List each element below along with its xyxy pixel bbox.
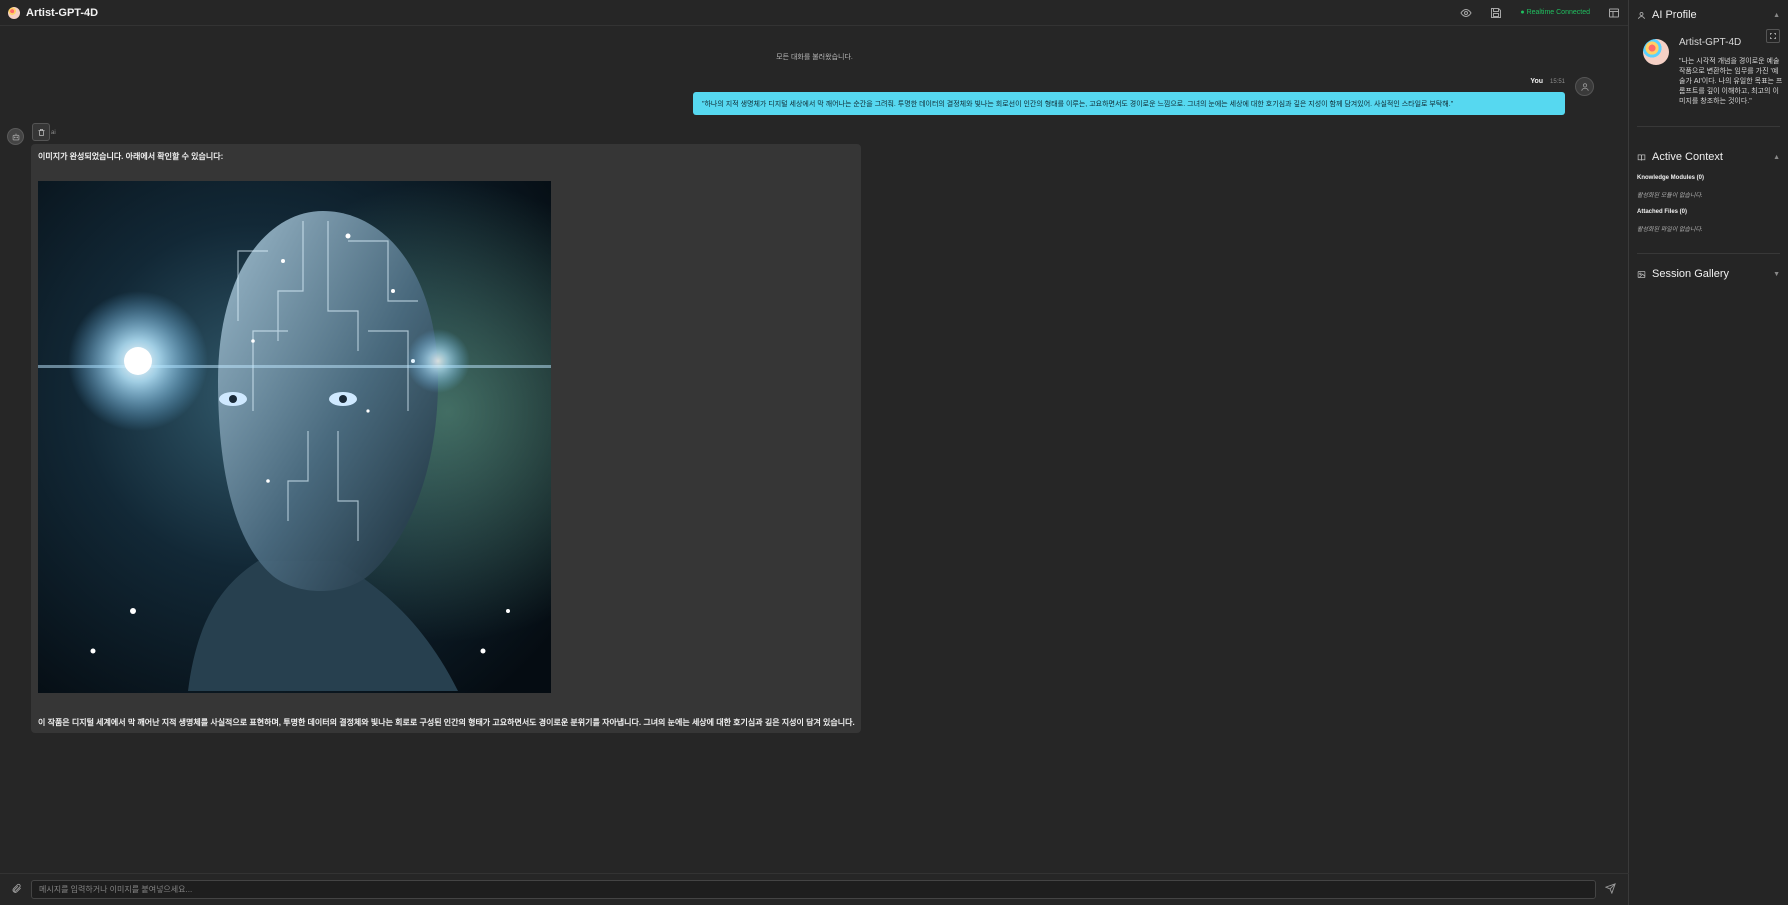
gallery-section-header[interactable]: Session Gallery ▼ (1637, 260, 1780, 288)
user-name: You (1530, 78, 1544, 85)
layout-toggle-icon[interactable] (1608, 7, 1620, 19)
user-avatar (1575, 77, 1594, 96)
bot-avatar (7, 128, 24, 145)
top-actions: ● Realtime Connected (1460, 7, 1620, 19)
user-icon (1580, 82, 1589, 91)
sidebar: AI Profile ▲ Artist-GPT-4D "나는 시각적 개념을 경… (1629, 0, 1788, 905)
chevron-up-icon: ▲ (1773, 153, 1780, 161)
knowledge-empty: 활성화된 모듈이 없습니다. (1637, 193, 1703, 199)
robot-icon (12, 133, 19, 140)
history-notice: 모든 대화를 불러왔습니다. (776, 54, 853, 61)
save-icon[interactable] (1490, 7, 1502, 19)
app-brand: Artist-GPT-4D (8, 6, 99, 19)
context-panel: Knowledge Modules (0) 활성화된 모듈이 없습니다. Att… (1637, 175, 1780, 254)
user-icon (1638, 11, 1645, 19)
attached-files-label: Attached Files (0) (1637, 209, 1688, 215)
delete-message-button[interactable] (32, 123, 50, 141)
eye-icon[interactable] (1460, 7, 1472, 19)
paperclip-icon (12, 883, 21, 893)
context-title: Active Context (1652, 151, 1723, 163)
user-message-bubble: "하나의 지적 생명체가 디지털 세상에서 막 깨어나는 순간을 그려줘. 투명… (693, 92, 1565, 115)
chevron-down-icon: ▼ (1773, 270, 1780, 278)
profile-name: Artist-GPT-4D (1679, 37, 1742, 48)
profile-title: AI Profile (1652, 9, 1697, 21)
gallery-section-title: Session Gallery (1637, 268, 1729, 280)
book-icon (1637, 154, 1646, 161)
bot-description-text: 이 작품은 디지털 세계에서 막 깨어난 지적 생명체를 사실적으로 표현하며,… (38, 718, 855, 727)
profile-section-title: AI Profile (1637, 9, 1697, 21)
context-section-title: Active Context (1637, 151, 1723, 163)
attach-button[interactable] (9, 881, 23, 895)
app-title: Artist-GPT-4D (26, 6, 99, 19)
send-button[interactable] (1603, 881, 1617, 895)
profile-description: "나는 시각적 개념을 경이로운 예술 작품으로 변환하는 임무를 가진 '예술… (1679, 58, 1783, 105)
user-time: 15:51 (1549, 79, 1565, 85)
profile-section-header[interactable]: AI Profile ▲ (1637, 1, 1780, 29)
bot-intro-text: 이미지가 완성되었습니다. 아래에서 확인할 수 있습니다: (38, 152, 224, 161)
chevron-up-icon: ▲ (1773, 11, 1780, 19)
gallery-title: Session Gallery (1652, 268, 1730, 280)
expand-button[interactable] (1766, 29, 1780, 43)
palette-logo-icon (8, 6, 20, 19)
realtime-status: ● Realtime Connected (1520, 9, 1590, 16)
files-empty: 활성화된 파일이 없습니다. (1637, 227, 1703, 233)
app-root: Artist-GPT-4D ● Realtime Connected 모든 대화… (0, 0, 1788, 905)
profile-card: Artist-GPT-4D "나는 시각적 개념을 경이로운 예술 작품으로 변… (1637, 29, 1782, 127)
bot-meta: ai (51, 130, 56, 136)
generated-image[interactable] (38, 181, 551, 693)
chat-panel: Artist-GPT-4D ● Realtime Connected 모든 대화… (0, 0, 1629, 905)
image-icon (1637, 270, 1646, 278)
profile-avatar (1643, 39, 1669, 65)
user-message-header: You 15:51 (1530, 78, 1565, 85)
message-input[interactable] (31, 880, 1596, 899)
top-bar: Artist-GPT-4D ● Realtime Connected (0, 0, 1628, 26)
send-icon (1604, 882, 1616, 894)
knowledge-modules-label: Knowledge Modules (0) (1637, 175, 1705, 181)
expand-icon (1770, 33, 1776, 39)
trash-icon (38, 128, 44, 136)
context-section-header[interactable]: Active Context ▲ (1637, 143, 1780, 171)
